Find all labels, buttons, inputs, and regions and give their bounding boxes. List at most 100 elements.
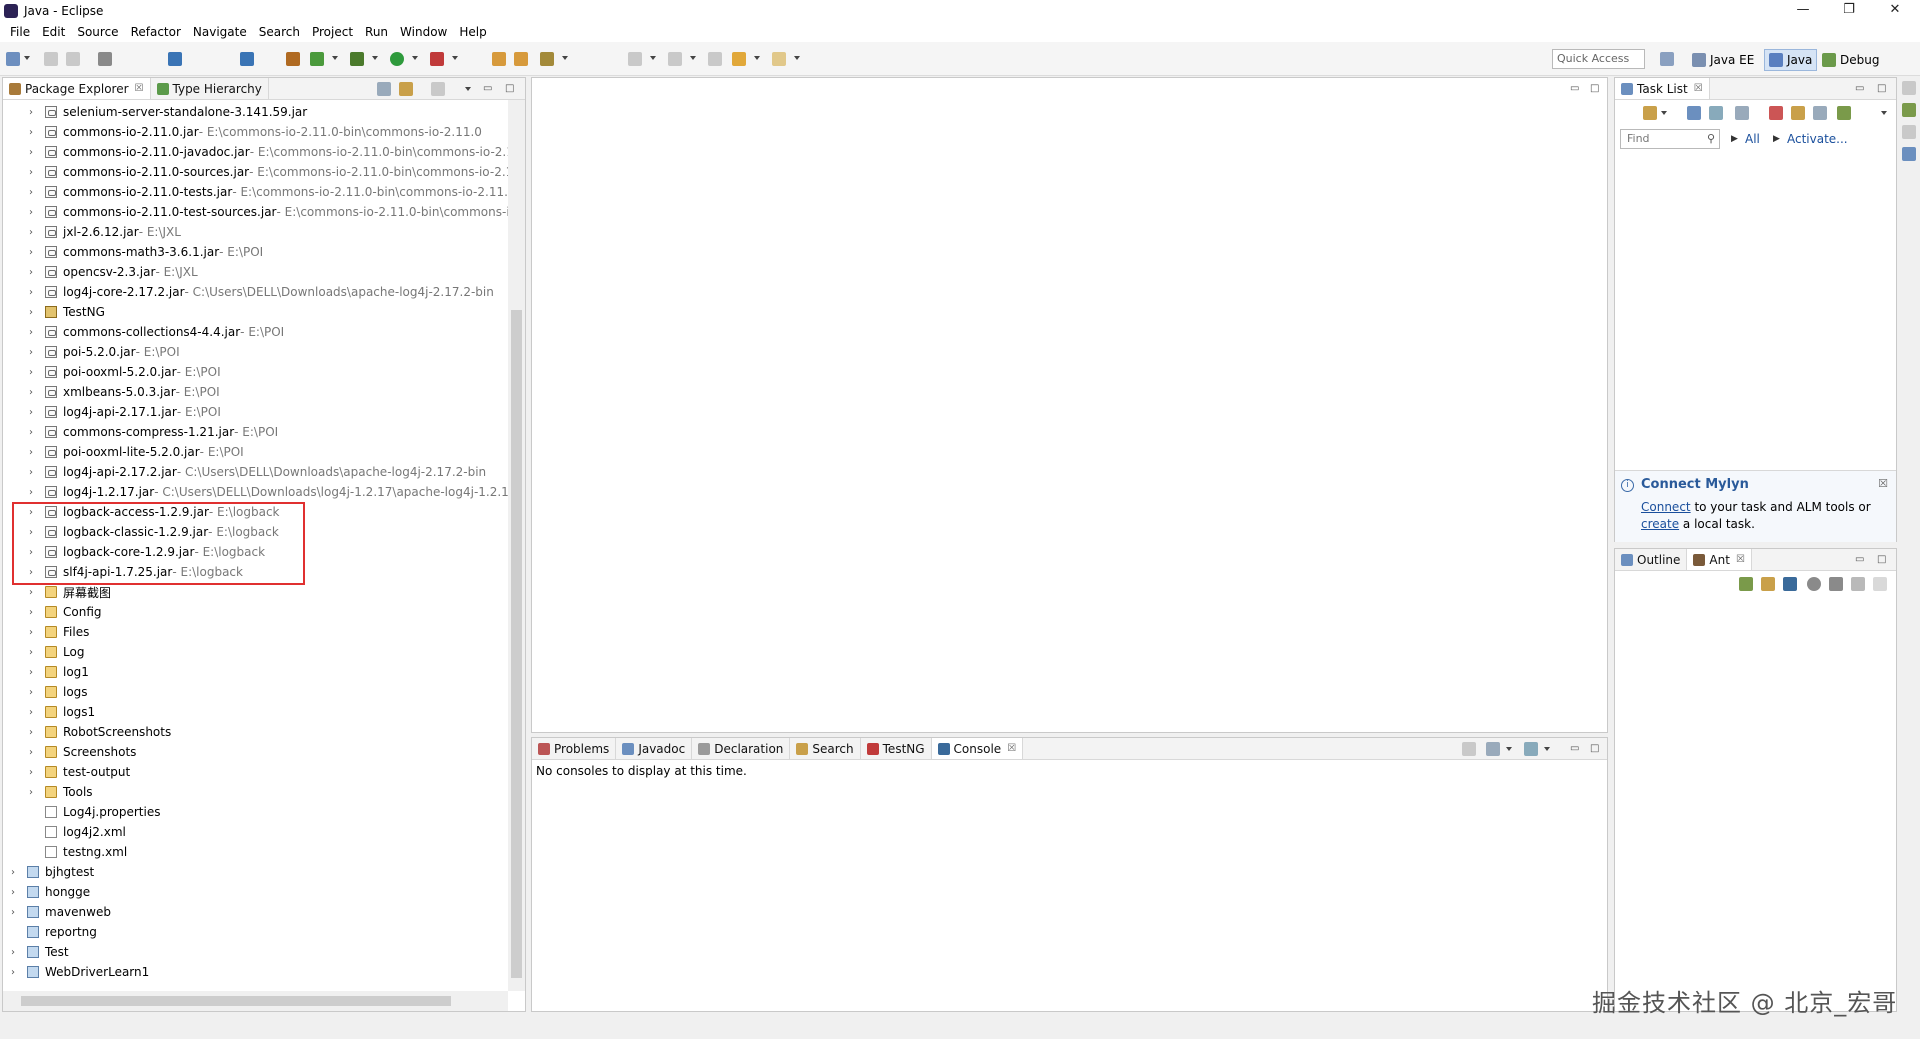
activate-link[interactable]: Activate... (1787, 132, 1848, 146)
menu-refactor[interactable]: Refactor (125, 22, 187, 42)
skip-breakpoints-icon[interactable] (240, 52, 254, 66)
expand-arrow-icon[interactable]: › (29, 107, 39, 118)
tree-row[interactable]: › test-output (29, 762, 130, 782)
tree-row[interactable]: › Test (11, 942, 69, 962)
display-console-icon[interactable] (1486, 742, 1500, 756)
maximize-view-icon[interactable]: □ (1877, 554, 1886, 565)
close-icon[interactable]: ☒ (135, 83, 144, 94)
tree-row[interactable]: › selenium-server-standalone-3.141.59.jar (29, 102, 307, 122)
expand-arrow-icon[interactable]: › (11, 887, 21, 898)
run-dropdown-icon[interactable] (412, 56, 418, 60)
tab-testng[interactable]: TestNG (861, 738, 932, 759)
tab-javadoc[interactable]: Javadoc (616, 738, 693, 759)
open-console-icon[interactable] (1524, 742, 1538, 756)
tab-problems[interactable]: Problems (532, 738, 617, 759)
tree-row[interactable]: › xmlbeans-5.0.3.jar - E:\POI (29, 382, 220, 402)
external-tools-dropdown-icon[interactable] (452, 56, 458, 60)
horizontal-scrollbar[interactable] (3, 991, 508, 1011)
menu-run[interactable]: Run (359, 22, 394, 42)
tree-row[interactable]: › log4j-core-2.17.2.jar - C:\Users\DELL\D… (29, 282, 494, 302)
save-icon[interactable] (44, 52, 58, 66)
back-dropdown-icon[interactable] (754, 56, 760, 60)
expand-arrow-icon[interactable]: › (29, 427, 39, 438)
menu-search[interactable]: Search (253, 22, 306, 42)
expand-arrow-icon[interactable]: › (29, 347, 39, 358)
tree-row[interactable]: › WebDriverLearn1 (11, 962, 149, 982)
new-dropdown-icon[interactable] (24, 56, 30, 60)
maximize-view-icon[interactable]: □ (1590, 83, 1599, 94)
tree-row[interactable]: › bjhgtest (11, 862, 94, 882)
quick-access-input[interactable]: Quick Access (1552, 49, 1645, 69)
expand-arrow-icon[interactable]: › (29, 307, 39, 318)
display-console-dropdown-icon[interactable] (1506, 747, 1512, 751)
menu-edit[interactable]: Edit (36, 22, 71, 42)
tab-package-explorer[interactable]: Package Explorer ☒ (3, 78, 151, 99)
expand-arrow-icon[interactable]: › (29, 727, 39, 738)
tree-row[interactable]: › mavenweb (11, 902, 111, 922)
expand-arrow-icon[interactable]: › (29, 287, 39, 298)
menu-navigate[interactable]: Navigate (187, 22, 253, 42)
new-class-icon[interactable] (310, 52, 324, 66)
hide-completed-icon[interactable] (1769, 106, 1783, 120)
tree-row[interactable]: › commons-collections4-4.4.jar - E:\POI (29, 322, 284, 342)
expand-arrow-icon[interactable]: › (29, 387, 39, 398)
expand-arrow-icon[interactable]: › (29, 667, 39, 678)
expand-arrow-icon[interactable]: › (29, 447, 39, 458)
tab-declaration[interactable]: Declaration (692, 738, 791, 759)
add-buildfile-icon[interactable] (1739, 577, 1753, 591)
search-buildfile-icon[interactable] (1761, 577, 1775, 591)
tab-search[interactable]: Search (790, 738, 861, 759)
perspective-java-ee[interactable]: Java EE (1688, 49, 1758, 71)
expand-arrow-icon[interactable]: › (29, 767, 39, 778)
back-icon[interactable] (732, 52, 746, 66)
scrollbar-thumb[interactable] (511, 310, 522, 978)
restore-icon[interactable] (1902, 81, 1916, 95)
forward-dropdown-icon[interactable] (794, 56, 800, 60)
tree-row[interactable]: › poi-ooxml-lite-5.2.0.jar - E:\POI (29, 442, 244, 462)
new-task-icon[interactable] (1643, 106, 1657, 120)
collapse-all-icon[interactable] (1813, 106, 1827, 120)
tree-row[interactable]: › commons-io-2.11.0-tests.jar - E:\common… (29, 182, 516, 202)
task-list-icon[interactable] (1902, 147, 1916, 161)
open-type-icon[interactable] (492, 52, 506, 66)
tab-ant[interactable]: Ant ☒ (1687, 549, 1752, 570)
tab-task-list[interactable]: Task List ☒ (1615, 78, 1710, 99)
prev-annotation-icon[interactable] (668, 52, 682, 66)
maximize-view-icon[interactable]: □ (505, 83, 514, 94)
menu-file[interactable]: File (4, 22, 36, 42)
tree-row[interactable]: › jxl-2.6.12.jar - E:\JXL (29, 222, 181, 242)
categorized-icon[interactable] (1687, 106, 1701, 120)
debug-dropdown-icon[interactable] (372, 56, 378, 60)
task-find-input[interactable]: Find ⚲ (1620, 129, 1720, 149)
expand-arrow-icon[interactable]: › (29, 267, 39, 278)
open-task-icon[interactable] (514, 52, 528, 66)
tree-row[interactable]: › 屏幕截图 (29, 582, 111, 602)
expand-arrow-icon[interactable]: › (29, 587, 39, 598)
run-target-icon[interactable] (1807, 577, 1821, 591)
focus-task-icon[interactable] (431, 82, 445, 96)
expand-arrow-icon[interactable]: › (29, 607, 39, 618)
minimize-view-icon[interactable]: ▭ (1570, 83, 1579, 94)
tree-row[interactable]: › commons-io-2.11.0-test-sources.jar - E:… (29, 202, 510, 222)
collapse-icon[interactable] (1873, 577, 1887, 591)
restore-button[interactable]: ❐ (1826, 0, 1872, 22)
view-menu-icon[interactable] (1881, 111, 1887, 115)
tree-row[interactable]: testng.xml (29, 842, 127, 862)
tree-row[interactable]: › log4j-api-2.17.1.jar - E:\POI (29, 402, 221, 422)
debug-icon[interactable] (350, 52, 364, 66)
tree-row[interactable]: › commons-compress-1.21.jar - E:\POI (29, 422, 278, 442)
pin-console-icon[interactable] (1462, 742, 1476, 756)
last-edit-icon[interactable] (708, 52, 722, 66)
minimize-view-icon[interactable]: ▭ (1855, 83, 1864, 94)
expand-arrow-icon[interactable]: › (29, 487, 39, 498)
link-editor-icon[interactable] (399, 82, 413, 96)
run-icon[interactable] (390, 52, 404, 66)
tab-console[interactable]: Console ☒ (931, 738, 1024, 759)
tab-type-hierarchy[interactable]: Type Hierarchy (151, 78, 269, 99)
perspective-debug[interactable]: Debug (1818, 49, 1883, 71)
print-icon[interactable] (98, 52, 112, 66)
expand-arrow-icon[interactable]: › (29, 707, 39, 718)
tree-row[interactable]: › log4j-api-2.17.2.jar - C:\Users\DELL\Do… (29, 462, 486, 482)
minimize-view-icon[interactable]: ▭ (1570, 743, 1579, 754)
close-icon[interactable]: ☒ (1694, 83, 1703, 94)
